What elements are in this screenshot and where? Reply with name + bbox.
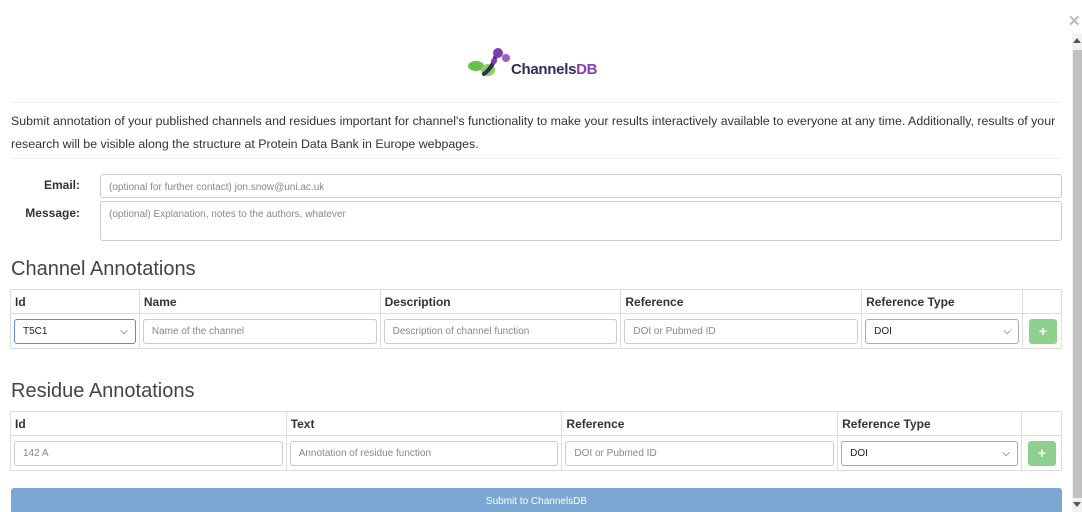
scrollbar-thumb[interactable] [1073, 50, 1082, 498]
column-header-reference-type: Reference Type [861, 289, 1023, 314]
column-header-description: Description [379, 289, 622, 314]
chevron-down-icon: ⌵ [1002, 447, 1010, 459]
channel-id-select[interactable]: T5C1 ⌵ [14, 318, 136, 344]
residue-id-input[interactable]: 142 A [14, 440, 283, 466]
channel-reference-type-select[interactable]: DOI ⌵ [865, 318, 1019, 344]
logo-mark-icon [468, 48, 510, 76]
submit-button[interactable]: Submit to ChannelsDB [11, 488, 1062, 512]
column-header-id: Id [10, 411, 287, 436]
logo-text: ChannelsDB [511, 61, 598, 78]
message-label: Message: [25, 206, 80, 220]
scroll-down-arrow-icon[interactable] [1073, 502, 1081, 507]
email-field[interactable]: (optional for further contact) jon.snow@… [100, 174, 1062, 198]
residue-annotations-table: Id Text Reference Reference Type 142 A A… [10, 411, 1063, 471]
column-header-actions [1020, 411, 1063, 436]
channel-name-input[interactable]: Name of the channel [142, 318, 377, 344]
table-header-row: Id Text Reference Reference Type [10, 411, 1063, 436]
chevron-down-icon: ⌵ [1003, 325, 1011, 337]
residue-reference-type-select[interactable]: DOI ⌵ [841, 440, 1018, 466]
channel-reference-input[interactable]: DOI or Pubmed ID [624, 318, 859, 344]
column-header-id: Id [10, 289, 140, 314]
channel-description-input[interactable]: Description of channel function [383, 318, 618, 344]
channelsdb-logo: ChannelsDB [466, 44, 626, 84]
channel-annotations-title: Channel Annotations [11, 258, 196, 280]
divider [10, 102, 1062, 103]
table-row: T5C1 ⌵ Name of the channel Description of… [10, 313, 1063, 349]
email-label: Email: [43, 178, 80, 192]
column-header-reference: Reference [620, 289, 863, 314]
scroll-up-arrow-icon[interactable] [1073, 38, 1081, 43]
close-icon[interactable]: ✕ [1068, 12, 1081, 30]
add-channel-button[interactable]: + [1028, 318, 1057, 344]
column-header-text: Text [285, 411, 563, 436]
chevron-down-icon: ⌵ [120, 325, 128, 337]
column-header-actions [1021, 289, 1063, 314]
table-header-row: Id Name Description Reference Reference … [10, 289, 1063, 314]
intro-text: Submit annotation of your published chan… [11, 114, 1056, 151]
channel-annotations-table: Id Name Description Reference Reference … [10, 289, 1063, 349]
column-header-reference-type: Reference Type [837, 411, 1022, 436]
residue-annotations-title: Residue Annotations [11, 380, 195, 402]
residue-text-input[interactable]: Annotation of residue function [289, 440, 559, 466]
divider [10, 158, 1062, 159]
residue-reference-input[interactable]: DOI or Pubmed ID [565, 440, 835, 466]
message-field[interactable]: (optional) Explanation, notes to the aut… [100, 201, 1062, 241]
table-row: 142 A Annotation of residue function DOI… [10, 435, 1063, 471]
column-header-name: Name [138, 289, 381, 314]
column-header-reference: Reference [561, 411, 839, 436]
add-residue-button[interactable]: + [1027, 440, 1056, 466]
